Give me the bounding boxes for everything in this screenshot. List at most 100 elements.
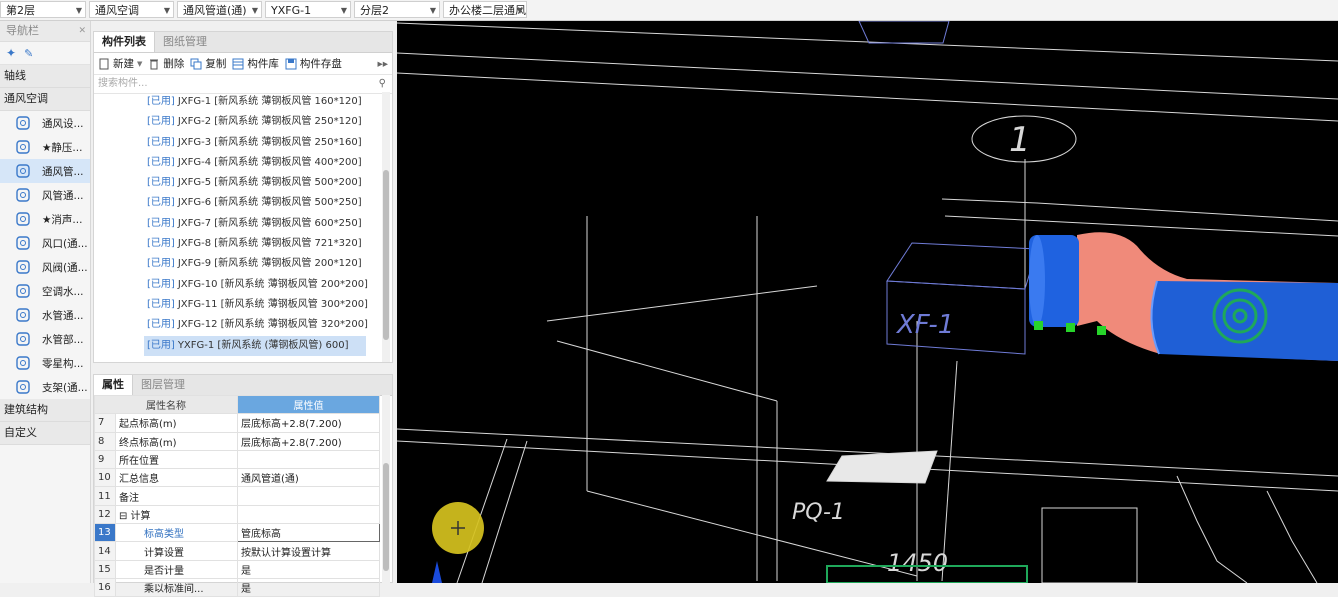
component-row[interactable]: [已用] JXFG-6 [新风系统 薄钢板风管 500*250] bbox=[94, 193, 378, 213]
valve-icon bbox=[14, 259, 32, 275]
property-scrollbar[interactable] bbox=[382, 395, 390, 584]
component-select[interactable]: YXFG-1 ▼ bbox=[265, 1, 351, 18]
copy-button[interactable]: 复制 bbox=[190, 56, 226, 71]
component-row[interactable]: [已用] JXFG-1 [新风系统 薄钢板风管 160*120] bbox=[94, 92, 378, 112]
property-row[interactable]: 9 所在位置 bbox=[94, 449, 380, 470]
col-property-name: 属性名称 bbox=[94, 394, 238, 415]
duct-icon bbox=[14, 163, 32, 179]
chevron-down-icon: ▼ bbox=[516, 6, 523, 15]
chevron-down-icon: ▼ bbox=[251, 6, 258, 15]
component-row[interactable]: [已用] YXFG-1 [新风系统 (薄钢板风管) 600] bbox=[144, 335, 366, 356]
nav-item-1[interactable]: ★静压... bbox=[0, 135, 90, 159]
property-panel: 属性 图层管理 属性名称 属性值 7 起点标高(m) 层底标高+2.8(7.200)… bbox=[93, 374, 393, 597]
nav-section-custom[interactable]: 自定义 bbox=[0, 422, 90, 445]
add-icon[interactable]: ✦ bbox=[6, 46, 16, 60]
axis-label-1: 1 bbox=[1009, 120, 1031, 160]
chevron-down-icon: ▼ bbox=[137, 59, 143, 68]
nav-item-0[interactable]: 通风设... bbox=[0, 111, 90, 135]
component-row[interactable]: [已用] JXFG-2 [新风系统 薄钢板风管 250*120] bbox=[94, 112, 378, 132]
delete-button[interactable]: 删除 bbox=[148, 56, 184, 71]
cursor-highlight bbox=[432, 502, 484, 554]
cad-drawing: 1 XF-1 PQ-1 1450 bbox=[397, 21, 1338, 583]
scrollbar-thumb[interactable] bbox=[383, 463, 389, 571]
save-component-button[interactable]: 构件存盘 bbox=[285, 56, 342, 71]
fan-icon bbox=[14, 115, 32, 131]
component-row[interactable]: [已用] JXFG-9 [新风系统 薄钢板风管 200*120] bbox=[94, 254, 378, 274]
nav-header: 导航栏 ✕ bbox=[0, 21, 90, 42]
nav-item-11[interactable]: 支架(通... bbox=[0, 375, 90, 399]
component-row[interactable]: [已用] JXFG-4 [新风系统 薄钢板风管 400*200] bbox=[94, 153, 378, 173]
property-row[interactable]: 16 乘以标准间... 是 bbox=[94, 577, 380, 597]
nav-item-6[interactable]: 风阀(通... bbox=[0, 255, 90, 279]
component-row[interactable]: [已用] JXFG-11 [新风系统 薄钢板风管 300*200] bbox=[94, 295, 378, 315]
valve-fitting-icon bbox=[14, 331, 32, 347]
nav-item-8[interactable]: 水管通... bbox=[0, 303, 90, 327]
property-row[interactable]: 8 终点标高(m) 层底标高+2.8(7.200) bbox=[94, 431, 380, 451]
nav-section-hvac[interactable]: 通风空调 bbox=[0, 88, 90, 111]
property-row[interactable]: 13 标高类型 管底标高 bbox=[94, 523, 380, 543]
nav-item-2[interactable]: 通风管... bbox=[0, 159, 90, 183]
drawing-select[interactable]: 办公楼二层通风 ▼ bbox=[443, 1, 527, 18]
component-row[interactable]: [已用] JXFG-10 [新风系统 薄钢板风管 200*200] bbox=[94, 275, 378, 295]
nav-item-3[interactable]: 风管通... bbox=[0, 183, 90, 207]
chevron-down-icon: ▼ bbox=[163, 6, 170, 15]
property-row[interactable]: 11 备注 bbox=[94, 486, 380, 506]
nav-item-9[interactable]: 水管部... bbox=[0, 327, 90, 351]
component-list: [已用] JXFG-1 [新风系统 薄钢板风管 160*120] [已用] JXFG-… bbox=[94, 92, 378, 356]
misc-icon bbox=[14, 355, 32, 371]
floor-select[interactable]: 第2层 ▼ bbox=[0, 1, 86, 18]
new-file-icon bbox=[99, 58, 109, 69]
save-icon bbox=[285, 58, 297, 69]
nav-item-7[interactable]: 空调水... bbox=[0, 279, 90, 303]
water-pipe-icon bbox=[14, 283, 32, 299]
property-row[interactable]: 14 计算设置 按默认计算设置计算 bbox=[94, 541, 380, 561]
component-tabs: 构件列表 图纸管理 bbox=[94, 32, 392, 53]
chevron-down-icon: ▼ bbox=[429, 6, 436, 15]
component-list-panel: 构件列表 图纸管理 新建 ▼ 删除 复制 构件库 构件存盘 ▸▸ 搜索构件... ⚲… bbox=[93, 31, 393, 363]
component-row[interactable]: [已用] JXFG-7 [新风系统 薄钢板风管 600*250] bbox=[94, 214, 378, 234]
component-toolbar: 新建 ▼ 删除 复制 构件库 构件存盘 ▸▸ bbox=[94, 53, 392, 75]
vent-icon bbox=[14, 235, 32, 251]
close-icon[interactable]: ✕ bbox=[78, 21, 86, 41]
property-row[interactable]: 15 是否计量是 bbox=[94, 559, 380, 579]
component-row[interactable]: [已用] JXFG-8 [新风系统 薄钢板风管 721*320] bbox=[94, 234, 378, 254]
label-pq1: PQ-1 bbox=[792, 500, 845, 525]
navigation-panel: 导航栏 ✕ ✦ ✎ 轴线 通风空调 通风设... ★静压... 通风管... 风管通..… bbox=[0, 21, 91, 583]
component-row[interactable]: [已用] JXFG-12 [新风系统 薄钢板风管 320*200] bbox=[94, 315, 378, 335]
nav-item-list: 通风设... ★静压... 通风管... 风管通... ★消声... 风口(通... 风阀(… bbox=[0, 111, 90, 399]
component-row[interactable]: [已用] JXFG-3 [新风系统 薄钢板风管 250*160] bbox=[94, 133, 378, 153]
library-button[interactable]: 构件库 bbox=[232, 56, 279, 71]
layer-select[interactable]: 分层2 ▼ bbox=[354, 1, 440, 18]
top-toolbar: 第2层 ▼ 通风空调 ▼ 通风管道(通) ▼ YXFG-1 ▼ 分层2 ▼ 办公楼二层通风… bbox=[0, 0, 1338, 21]
label-1450: 1450 bbox=[887, 549, 948, 577]
duct-model[interactable] bbox=[1029, 232, 1338, 361]
nav-section-structure[interactable]: 建筑结构 bbox=[0, 399, 90, 422]
component-row[interactable]: [已用] JXFG-5 [新风系统 薄钢板风管 500*200] bbox=[94, 173, 378, 193]
drawing-canvas[interactable]: 1 XF-1 PQ-1 1450 bbox=[397, 21, 1338, 583]
edit-icon[interactable]: ✎ bbox=[24, 47, 33, 60]
discipline-select[interactable]: 通风空调 ▼ bbox=[89, 1, 174, 18]
property-tabs: 属性 图层管理 bbox=[94, 375, 392, 396]
tab-properties[interactable]: 属性 bbox=[94, 375, 133, 395]
tab-component-list[interactable]: 构件列表 bbox=[94, 32, 155, 52]
chevron-down-icon: ▼ bbox=[75, 6, 82, 15]
nav-item-5[interactable]: 风口(通... bbox=[0, 231, 90, 255]
property-row[interactable]: 12 ⊟ 计算 bbox=[94, 504, 380, 525]
nav-item-10[interactable]: 零星构... bbox=[0, 351, 90, 375]
silencer-icon bbox=[14, 211, 32, 227]
property-row[interactable]: 7 起点标高(m) 层底标高+2.8(7.200) bbox=[94, 413, 380, 433]
property-table: 属性名称 属性值 7 起点标高(m) 层底标高+2.8(7.200) 8 终点标高(m)… bbox=[94, 394, 380, 597]
nav-item-4[interactable]: ★消声... bbox=[0, 207, 90, 231]
search-icon: ⚲ bbox=[378, 78, 386, 89]
scrollbar-thumb[interactable] bbox=[383, 170, 389, 340]
new-button[interactable]: 新建 ▼ bbox=[98, 56, 142, 71]
library-icon bbox=[232, 58, 244, 69]
nav-section-axis[interactable]: 轴线 bbox=[0, 65, 90, 88]
category-select[interactable]: 通风管道(通) ▼ bbox=[177, 1, 262, 18]
tab-drawing-management[interactable]: 图纸管理 bbox=[155, 32, 215, 52]
property-row[interactable]: 10 汇总信息 通风管道(通) bbox=[94, 468, 380, 488]
tab-layer-management[interactable]: 图层管理 bbox=[133, 375, 193, 395]
support-icon bbox=[14, 379, 32, 395]
component-list-scrollbar[interactable] bbox=[382, 92, 390, 362]
more-icon[interactable]: ▸▸ bbox=[377, 58, 388, 70]
